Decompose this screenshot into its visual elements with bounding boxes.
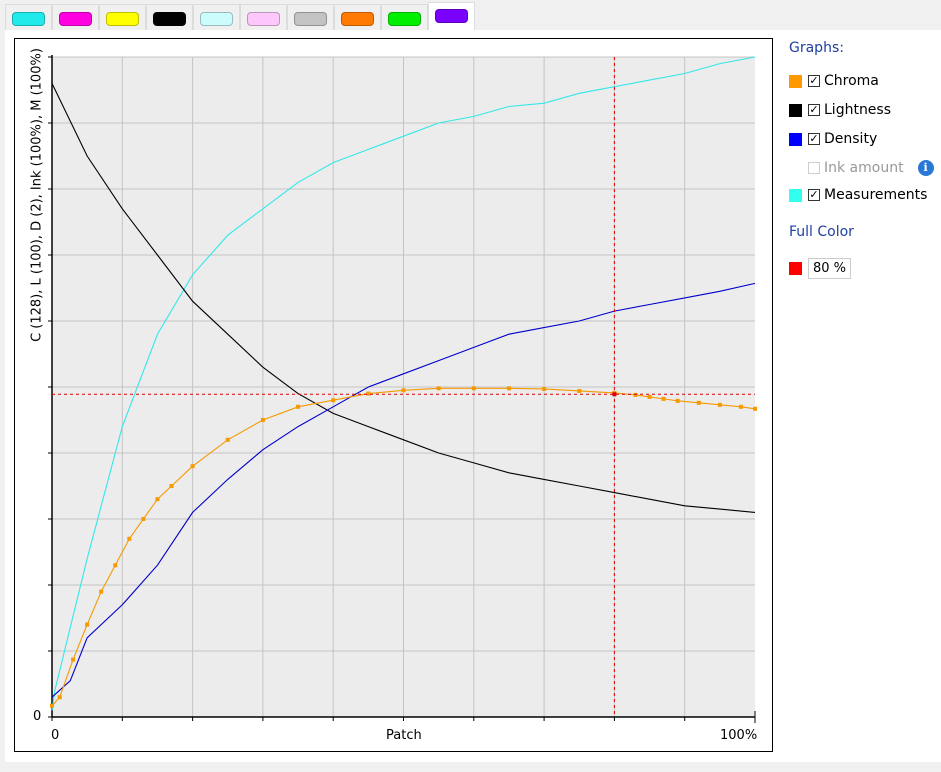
chroma-point [717,402,722,407]
lightness-checkbox[interactable]: ✓ [808,104,820,116]
density-checkbox[interactable]: ✓ [808,133,820,145]
density-label: Density [824,131,878,147]
chroma-point [471,386,476,391]
y-tick-0: 0 [33,709,42,724]
x-tick-0: 0 [51,728,60,743]
chroma-point [696,400,701,405]
graphs-panel: Graphs: ✓ Chroma ✓ Lightness ✓ Density I… [789,40,934,279]
chroma-point [331,398,336,403]
lightness-swatch [789,103,802,117]
y-axis-label: C (128), L (100), D (2), Ink (100%), M (… [29,48,45,342]
chroma-point [506,386,511,391]
crosshair-point [612,392,617,397]
ink-amount-checkbox[interactable] [808,162,820,174]
graph-density[interactable]: ✓ Density [789,130,877,148]
chroma-point [753,406,757,411]
density-swatch [789,132,802,146]
chroma-point [71,657,76,662]
chroma-point [169,484,174,488]
chroma-point [542,386,547,391]
chroma-point [57,695,62,700]
chroma-point [633,392,638,397]
chroma-point [675,398,680,403]
chroma-point [296,404,301,409]
chroma-point [50,703,54,708]
measurements-swatch [789,188,802,202]
chroma-point [141,517,146,521]
graph-lightness[interactable]: ✓ Lightness [789,101,891,119]
full-color-row: 80 % [789,256,852,280]
chroma-point [190,464,195,469]
chroma-point [401,388,406,393]
chroma-point [647,394,652,399]
chroma-swatch [789,74,802,88]
measurements-label: Measurements [824,187,928,203]
chroma-point [155,497,160,502]
chroma-point [661,396,666,401]
chroma-point [225,437,230,442]
full-color-title: Full Color [789,224,854,240]
chroma-point [260,418,265,422]
graph-chroma[interactable]: ✓ Chroma [789,72,879,90]
lightness-label: Lightness [824,102,892,118]
chroma-checkbox[interactable]: ✓ [808,75,820,87]
chroma-label: Chroma [824,73,879,89]
chroma-point [366,391,371,396]
info-icon[interactable]: i [917,160,934,176]
full-color-swatch [789,261,802,275]
graph-ink-amount[interactable]: Ink amount i [808,159,934,177]
chroma-point [127,536,132,541]
full-color-value[interactable]: 80 % [808,257,852,279]
chroma-point [436,386,441,391]
graphs-title: Graphs: [789,40,844,56]
chroma-point [577,388,582,393]
x-axis-label: Patch [386,728,422,743]
measurements-checkbox[interactable]: ✓ [808,189,820,201]
chroma-point [85,622,90,627]
ink-amount-label: Ink amount [824,160,904,176]
x-tick-100: 100% [720,728,758,743]
chroma-point [738,404,743,409]
chroma-point [113,563,118,568]
chroma-point [99,589,104,594]
graph-measurements[interactable]: ✓ Measurements [789,186,927,204]
